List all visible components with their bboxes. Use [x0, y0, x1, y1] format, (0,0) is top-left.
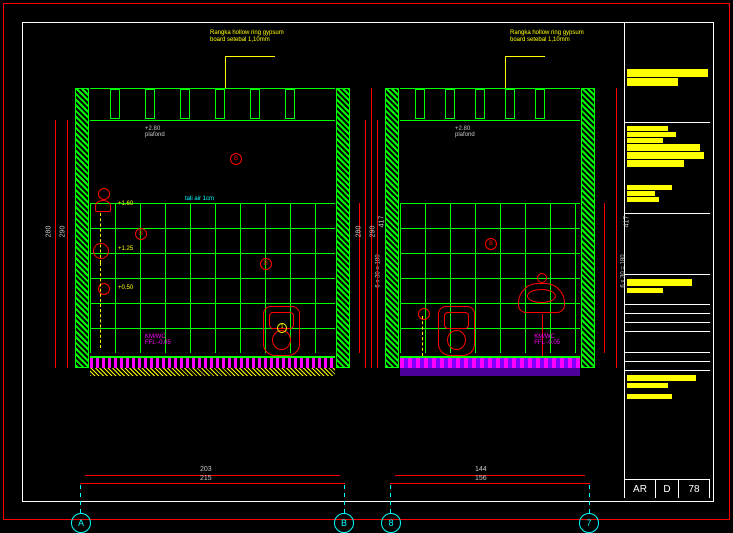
- title-block: AR D 78: [624, 23, 710, 498]
- series-code: D: [656, 480, 679, 498]
- note-hollow-a: Rangka hollow ring gypsum board setebal …: [210, 30, 300, 43]
- finish-marker: B: [230, 153, 242, 165]
- tali-air-note: tali air 1cm: [185, 196, 214, 202]
- tile-grid-b: [400, 203, 580, 353]
- plafond-level-b: +2.80plafond: [455, 126, 475, 138]
- grid-8: 8: [381, 513, 401, 533]
- shower-head: [95, 200, 111, 212]
- floor-label-a: KM/WCFFL -0.05: [145, 334, 171, 346]
- drawing-area-b: +2.80plafond B KM/WCFFL -0.05: [400, 88, 580, 368]
- drawing-area-a: +2.80plafond B tali air 1cm B B +1.60 +1…: [90, 88, 335, 368]
- plafond-level-a: +2.80plafond: [145, 126, 165, 138]
- grid-a: A: [71, 513, 91, 533]
- cad-canvas: AR D 78 Rangka hollow ring gypsum board …: [0, 0, 733, 523]
- floor-label-b: KM/WCFFL -0.05: [534, 334, 560, 346]
- wash-basin: [518, 283, 565, 313]
- elevation-a: Rangka hollow ring gypsum board setebal …: [75, 48, 350, 428]
- grid-b: B: [334, 513, 354, 533]
- sheet-footer: AR D 78: [625, 479, 710, 498]
- elevation-b: Rangka hollow ring gypsum board setebal …: [385, 48, 595, 428]
- discipline-code: AR: [625, 480, 656, 498]
- wall-left-b: [385, 88, 399, 368]
- grid-7: 7: [579, 513, 599, 533]
- note-hollow-b: Rangka hollow ring gypsum board setebal …: [510, 30, 600, 43]
- wall-left-a: [75, 88, 89, 368]
- wall-right-b: [581, 88, 595, 368]
- toilet-b: [438, 306, 475, 356]
- sheet-number: 78: [679, 480, 710, 498]
- wall-right-a: [336, 88, 350, 368]
